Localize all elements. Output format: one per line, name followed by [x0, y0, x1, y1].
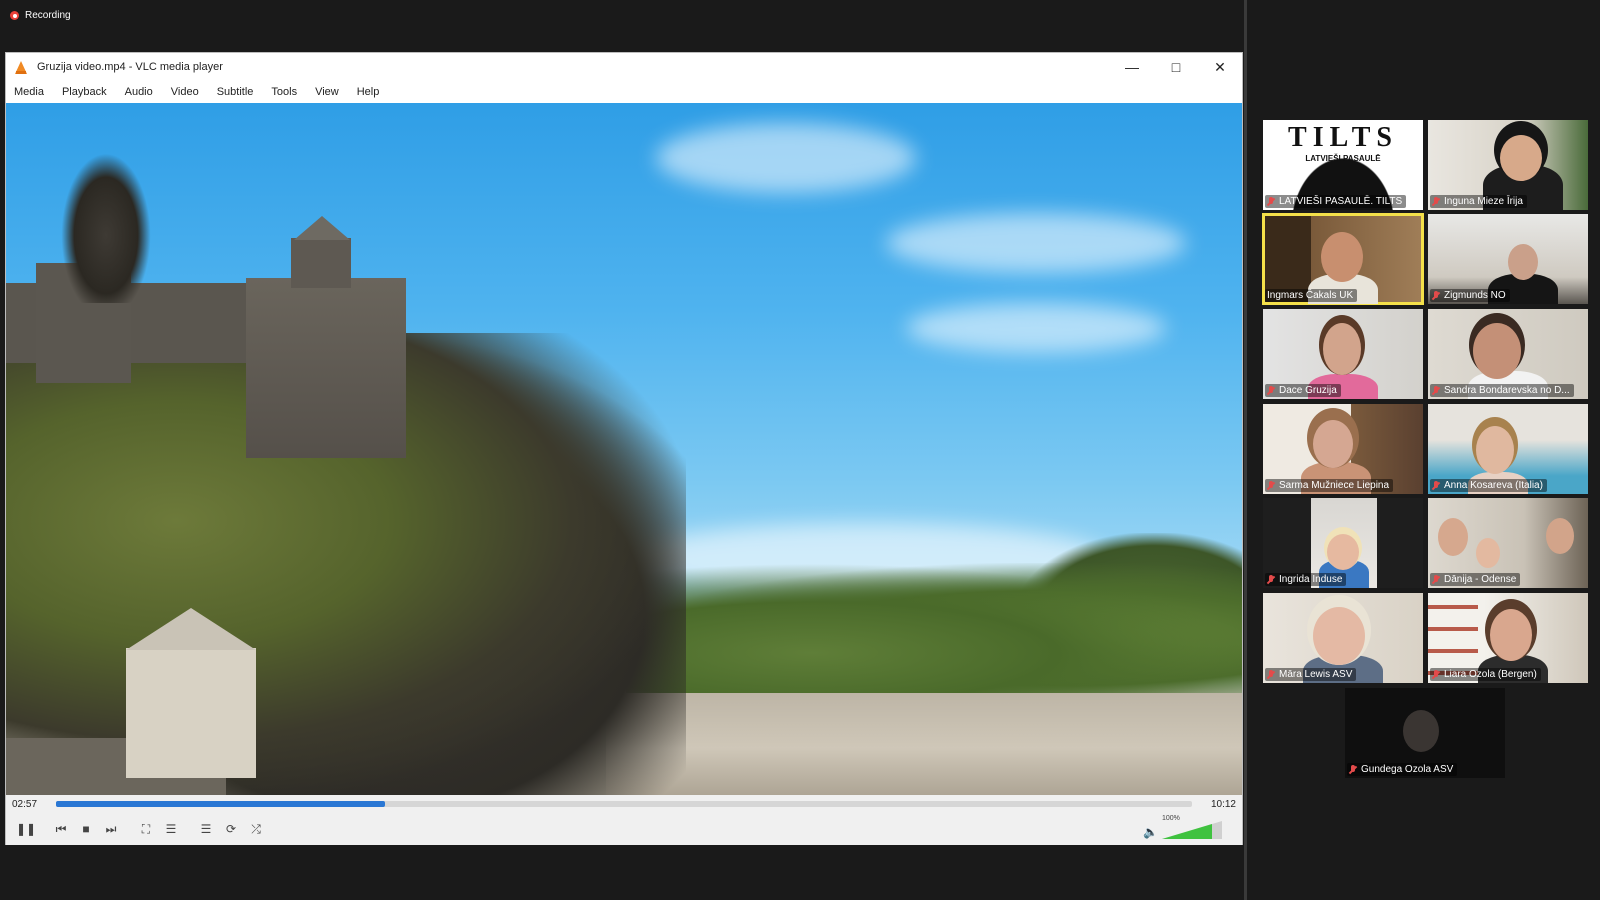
logo-text: TILTS	[1288, 122, 1398, 153]
record-icon	[10, 11, 19, 20]
participant-name: Liara Ozola (Bergen)	[1444, 669, 1537, 680]
stop-button[interactable]: ■	[74, 818, 98, 840]
participant-tile[interactable]: Sandra Bondarevska no D...	[1428, 309, 1588, 399]
panel-divider[interactable]	[1244, 0, 1247, 900]
recording-indicator[interactable]: Recording	[10, 10, 71, 21]
muted-mic-icon	[1432, 574, 1440, 585]
logo-subtext: LATVIEŠI PASAULĒ	[1305, 154, 1381, 163]
seek-bar[interactable]	[56, 801, 1192, 807]
vlc-cone-icon	[15, 60, 27, 74]
close-button[interactable]: ✕	[1198, 53, 1242, 81]
speaker-icon[interactable]: 🔈	[1143, 825, 1158, 839]
total-time: 10:12	[1210, 798, 1236, 810]
muted-mic-icon	[1432, 385, 1440, 396]
recording-label: Recording	[25, 10, 71, 21]
menu-view[interactable]: View	[315, 86, 339, 98]
menu-audio[interactable]: Audio	[125, 86, 153, 98]
muted-mic-icon	[1349, 764, 1357, 775]
window-title: Gruzija video.mp4 - VLC media player	[37, 61, 223, 73]
next-icon[interactable]: ⏭	[99, 818, 123, 840]
pause-button[interactable]: ❚❚	[14, 818, 38, 840]
seek-progress	[56, 801, 386, 807]
participant-name: Inguna Mieze Īrija	[1444, 196, 1523, 207]
menu-subtitle[interactable]: Subtitle	[217, 86, 254, 98]
fullscreen-icon[interactable]: ⛶	[134, 818, 158, 840]
seek-row: 02:57 10:12	[6, 795, 1242, 813]
maximize-button[interactable]: □	[1154, 53, 1198, 81]
participant-name: Māra Lewis ASV	[1279, 669, 1353, 680]
participant-tile[interactable]: Gundega Ozola ASV	[1345, 688, 1505, 778]
muted-mic-icon	[1267, 480, 1275, 491]
muted-mic-icon	[1267, 196, 1275, 207]
participant-tile[interactable]: Māra Lewis ASV	[1263, 593, 1423, 683]
muted-mic-icon	[1432, 669, 1440, 680]
muted-mic-icon	[1267, 574, 1275, 585]
participant-tile[interactable]: TILTS LATVIEŠI PASAULĒ LATVIEŠI PASAULĒ.…	[1263, 120, 1423, 210]
participant-tile[interactable]: Inguna Mieze Īrija	[1428, 120, 1588, 210]
participant-tile[interactable]: Dace Gruzija	[1263, 309, 1423, 399]
previous-icon[interactable]: ⏮	[49, 818, 73, 840]
menu-media[interactable]: Media	[14, 86, 44, 98]
participant-tile-active-speaker[interactable]: Ingmars Čakals UK	[1262, 213, 1424, 305]
participant-name: LATVIEŠI PASAULĒ. TILTS	[1279, 196, 1403, 207]
menu-bar: Media Playback Audio Video Subtitle Tool…	[6, 81, 1242, 103]
participant-tile[interactable]: Liara Ozola (Bergen)	[1428, 593, 1588, 683]
elapsed-time: 02:57	[12, 798, 38, 810]
participant-name: Anna Kosareva (Italia)	[1444, 480, 1543, 491]
participant-name: Ingrida Induse	[1279, 574, 1343, 585]
loop-icon[interactable]: ⟳	[219, 818, 243, 840]
participant-tile[interactable]: Dānija - Odense	[1428, 498, 1588, 588]
participant-name: Sarma Mužniece Liepina	[1279, 480, 1390, 491]
menu-tools[interactable]: Tools	[271, 86, 297, 98]
muted-mic-icon	[1432, 480, 1440, 491]
title-bar[interactable]: Gruzija video.mp4 - VLC media player — □…	[6, 53, 1242, 81]
video-area[interactable]	[6, 103, 1242, 795]
playlist-icon[interactable]: ☰	[194, 818, 218, 840]
participant-name: Dānija - Odense	[1444, 574, 1517, 585]
volume-slider[interactable]: 100%	[1162, 815, 1222, 839]
participant-name: Zigmunds NO	[1444, 290, 1506, 301]
menu-help[interactable]: Help	[357, 86, 380, 98]
participant-name: Gundega Ozola ASV	[1361, 764, 1454, 775]
muted-mic-icon	[1267, 669, 1275, 680]
participant-name: Dace Gruzija	[1279, 385, 1337, 396]
muted-mic-icon	[1432, 290, 1440, 301]
menu-video[interactable]: Video	[171, 86, 199, 98]
participant-name: Sandra Bondarevska no D...	[1444, 385, 1570, 396]
participant-tile[interactable]: Sarma Mužniece Liepina	[1263, 404, 1423, 494]
menu-playback[interactable]: Playback	[62, 86, 107, 98]
minimize-button[interactable]: —	[1110, 53, 1154, 81]
muted-mic-icon	[1267, 385, 1275, 396]
muted-mic-icon	[1432, 196, 1440, 207]
vlc-window: Gruzija video.mp4 - VLC media player — □…	[5, 52, 1243, 845]
participant-name: Ingmars Čakals UK	[1267, 290, 1354, 301]
participant-tile[interactable]: Anna Kosareva (Italia)	[1428, 404, 1588, 494]
controls-row: ❚❚ ⏮ ■ ⏭ ⛶ ☰ ☰ ⟳ ⤮ 🔈 100%	[6, 813, 1242, 845]
extended-settings-icon[interactable]: ☰	[159, 818, 183, 840]
shuffle-icon[interactable]: ⤮	[244, 818, 268, 840]
participant-tile[interactable]: Zigmunds NO	[1428, 214, 1588, 304]
participant-tile[interactable]: Ingrida Induse	[1263, 498, 1423, 588]
